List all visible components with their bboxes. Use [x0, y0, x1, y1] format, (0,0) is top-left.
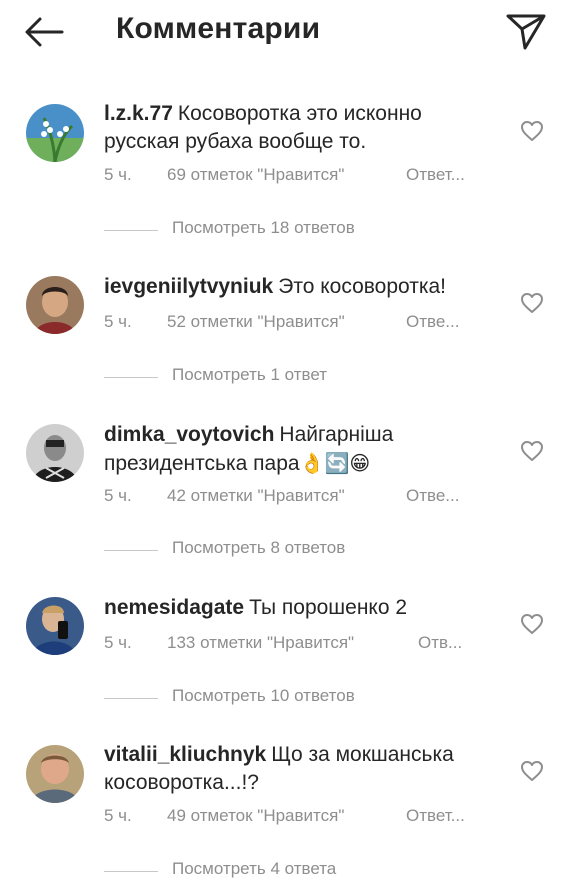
comment-username[interactable]: dimka_voytovich	[104, 423, 274, 446]
replies-divider	[104, 377, 158, 378]
comment-likes[interactable]: 133 отметки "Нравится"	[167, 633, 354, 653]
replies-divider	[104, 698, 158, 699]
view-replies-label: Посмотреть 4 ответа	[172, 859, 337, 878]
avatar[interactable]	[26, 276, 84, 334]
comment-text: ievgeniilytvyniuk Это косоворотка!	[104, 273, 484, 301]
reply-button[interactable]: Отве...	[406, 486, 459, 506]
comment-likes[interactable]: 52 отметки "Нравится"	[167, 312, 345, 332]
comment-time: 5 ч.	[104, 633, 132, 652]
comment-body: Ты порошенко 2	[249, 596, 408, 619]
comment-body: Это косоворотка!	[278, 275, 447, 298]
view-replies-label: Посмотреть 1 ответ	[172, 365, 328, 384]
direct-send-icon[interactable]	[502, 8, 550, 52]
comment-text: nemesidagate Ты порошенко 2	[104, 594, 484, 622]
comment-likes[interactable]: 49 отметок "Нравится"	[167, 806, 344, 826]
like-heart-icon[interactable]	[519, 439, 545, 463]
replies-divider	[104, 230, 158, 231]
comment-likes[interactable]: 42 отметки "Нравится"	[167, 486, 345, 506]
comment-time: 5 ч.	[104, 806, 132, 825]
back-arrow-icon[interactable]	[22, 14, 66, 50]
like-heart-icon[interactable]	[519, 291, 545, 315]
comment-username[interactable]: vitalii_kliuchnyk	[104, 743, 266, 766]
like-heart-icon[interactable]	[519, 612, 545, 636]
comment-username[interactable]: l.z.k.77	[104, 102, 173, 125]
like-heart-icon[interactable]	[519, 119, 545, 143]
comment-text: dimka_voytovich Найгарніша президентська …	[104, 421, 484, 478]
comment-meta: 5 ч. 69 отметок "Нравится" Ответ...	[104, 165, 465, 185]
avatar[interactable]	[26, 597, 84, 655]
comment-time: 5 ч.	[104, 165, 132, 184]
header-bar: Комментарии	[0, 0, 567, 62]
comment-meta: 5 ч. 42 отметки "Нравится" Отве...	[104, 486, 459, 506]
avatar[interactable]	[26, 424, 84, 482]
reply-button[interactable]: Ответ...	[406, 806, 465, 826]
reply-button[interactable]: Отве...	[406, 312, 459, 332]
comment-username[interactable]: ievgeniilytvyniuk	[104, 275, 273, 298]
avatar[interactable]	[26, 104, 84, 162]
comment-meta: 5 ч. 49 отметок "Нравится" Ответ...	[104, 806, 465, 826]
replies-divider	[104, 550, 158, 551]
replies-divider	[104, 871, 158, 872]
comment-likes[interactable]: 69 отметок "Нравится"	[167, 165, 344, 185]
avatar[interactable]	[26, 745, 84, 803]
view-replies-label: Посмотреть 18 ответов	[172, 218, 355, 237]
comment-time: 5 ч.	[104, 312, 132, 331]
reply-button[interactable]: Ответ...	[406, 165, 465, 185]
comment-meta: 5 ч. 133 отметки "Нравится" Отв...	[104, 633, 462, 653]
comment-emoji: 👌🔄😁	[299, 451, 371, 475]
like-heart-icon[interactable]	[519, 759, 545, 783]
reply-button[interactable]: Отв...	[418, 633, 462, 653]
comment-text: l.z.k.77 Косоворотка это исконно русская …	[104, 100, 484, 156]
comment-meta: 5 ч. 52 отметки "Нравится" Отве...	[104, 312, 459, 332]
view-replies-label: Посмотреть 8 ответов	[172, 538, 346, 557]
comment-text: vitalii_kliuchnyk Що за мокшанська косово…	[104, 741, 484, 797]
view-replies-label: Посмотреть 10 ответов	[172, 686, 355, 705]
comment-username[interactable]: nemesidagate	[104, 596, 244, 619]
comment-time: 5 ч.	[104, 486, 132, 505]
page-title: Комментарии	[116, 12, 321, 45]
